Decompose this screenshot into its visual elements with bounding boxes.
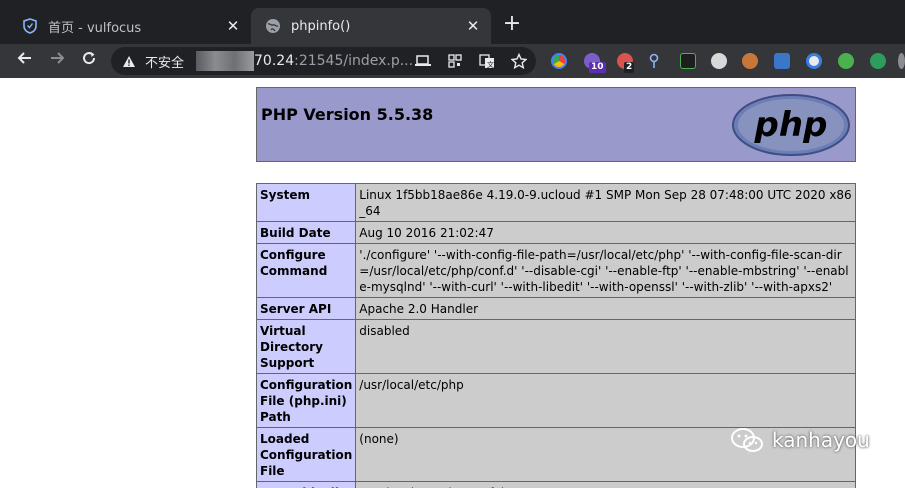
wechat-watermark: kanhayou bbox=[730, 426, 870, 454]
table-row: System Linux 1f5bb18ae86e 4.19.0-9.ucloud… bbox=[255, 183, 856, 222]
wechat-icon[interactable] bbox=[838, 53, 854, 69]
translate-icon[interactable]: 文 bbox=[478, 52, 496, 70]
extension-badge: 10 bbox=[589, 62, 606, 73]
row-label: Virtual Directory Support bbox=[255, 319, 357, 374]
table-row: Scan this dir/usr/local/etc/php/conf.d bbox=[255, 481, 856, 488]
extension-blue-icon[interactable] bbox=[774, 53, 790, 69]
table-row: Build Date Aug 10 2016 21:02:47 bbox=[255, 221, 856, 244]
php-version-title: PHP Version 5.5.38 bbox=[261, 105, 434, 124]
row-label: Configuration File (php.ini) Path bbox=[255, 373, 357, 428]
tab-bar: 首页 - vulfocus ✕ phpinfo() ✕ + bbox=[0, 0, 905, 44]
row-value: Linux 1f5bb18ae86e 4.19.0-9.ucloud #1 SM… bbox=[355, 183, 856, 222]
url-host: 70.24 bbox=[254, 53, 295, 69]
table-row: Configuration File (php.ini) Path/usr/lo… bbox=[255, 373, 856, 428]
url-path: :21545/index.p... bbox=[294, 53, 414, 69]
row-label: System bbox=[255, 183, 357, 222]
forward-button[interactable] bbox=[44, 48, 70, 74]
svg-text:php: php bbox=[754, 105, 828, 145]
php-logo-icon: php bbox=[732, 94, 850, 156]
extension-green-icon[interactable] bbox=[680, 53, 696, 69]
reload-button[interactable] bbox=[76, 48, 102, 74]
extension-overflow-icon[interactable] bbox=[898, 53, 905, 69]
address-bar[interactable]: 不安全 70.24 :21545/index.p... 文 bbox=[111, 47, 536, 75]
table-row: Configure Command './configure' '--with-c… bbox=[255, 243, 856, 298]
location-pin-icon[interactable] bbox=[648, 53, 660, 69]
arrow-right-icon bbox=[51, 52, 65, 64]
bookmark-star-icon[interactable] bbox=[510, 52, 528, 70]
row-value: Aug 10 2016 21:02:47 bbox=[355, 221, 856, 244]
table-row: Server API Apache 2.0 Handler bbox=[255, 297, 856, 320]
wechat-logo-icon bbox=[731, 428, 763, 452]
phpinfo-page: PHP Version 5.5.38 php System Linux 1f5bb… bbox=[0, 78, 905, 488]
cast-icon[interactable] bbox=[414, 52, 432, 70]
reload-icon bbox=[83, 52, 96, 65]
back-button[interactable] bbox=[12, 48, 38, 74]
security-label[interactable]: 不安全 bbox=[145, 52, 184, 71]
row-value: /usr/local/etc/php/conf.d bbox=[355, 481, 856, 488]
shield-icon bbox=[22, 18, 38, 34]
arrow-left-icon bbox=[17, 52, 31, 64]
close-icon[interactable]: ✕ bbox=[223, 16, 243, 36]
warning-icon[interactable] bbox=[121, 53, 137, 69]
row-value: './configure' '--with-config-file-path=/… bbox=[355, 243, 856, 298]
row-value: /usr/local/etc/php bbox=[355, 373, 856, 428]
extension-leaf-icon[interactable] bbox=[870, 53, 886, 69]
new-tab-button[interactable]: + bbox=[500, 12, 524, 36]
row-label: Loaded Configuration File bbox=[255, 427, 357, 482]
row-value: Apache 2.0 Handler bbox=[355, 297, 856, 320]
extension-globe-icon[interactable] bbox=[711, 53, 727, 69]
redacted-host bbox=[196, 51, 255, 71]
tab-vulfocus[interactable]: 首页 - vulfocus ✕ bbox=[8, 8, 251, 44]
close-icon[interactable]: ✕ bbox=[463, 16, 483, 36]
qr-code-icon[interactable] bbox=[446, 52, 464, 70]
browser-toolbar: 不安全 70.24 :21545/index.p... 文 10 2 bbox=[0, 44, 905, 78]
extension-s-icon[interactable] bbox=[806, 53, 822, 69]
tab-title: phpinfo() bbox=[291, 18, 351, 34]
svg-text:文: 文 bbox=[487, 60, 494, 69]
chrome-extension-icon[interactable] bbox=[551, 53, 567, 69]
row-label: Server API bbox=[255, 297, 357, 320]
row-label: Configure Command bbox=[255, 243, 357, 298]
omnibox-actions: 文 bbox=[414, 47, 528, 75]
row-label: Scan this dir bbox=[255, 481, 357, 488]
cookie-icon[interactable] bbox=[742, 53, 758, 69]
extension-badge: 2 bbox=[624, 62, 635, 73]
php-header: PHP Version 5.5.38 php bbox=[256, 87, 856, 162]
tab-phpinfo[interactable]: phpinfo() ✕ bbox=[251, 8, 491, 44]
watermark-text: kanhayou bbox=[772, 428, 870, 452]
globe-icon bbox=[265, 18, 281, 34]
table-row: Virtual Directory Support disabled bbox=[255, 319, 856, 374]
tab-title: 首页 - vulfocus bbox=[48, 20, 142, 36]
row-value: disabled bbox=[355, 319, 856, 374]
row-label: Build Date bbox=[255, 221, 357, 244]
